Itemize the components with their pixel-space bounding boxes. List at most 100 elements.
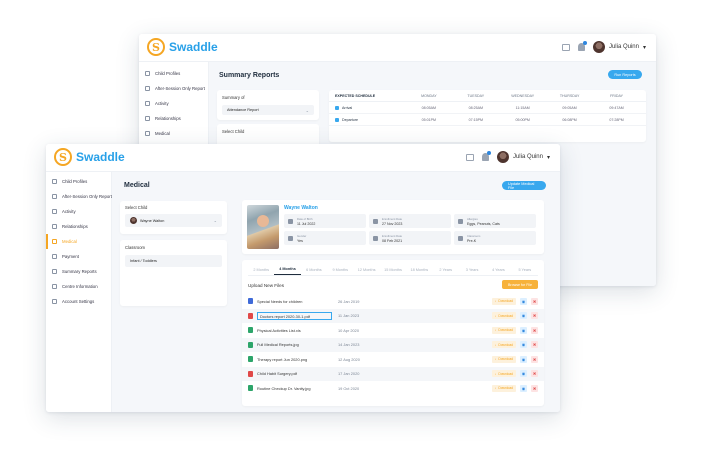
user-menu[interactable]: Julia Quinn ▾ (592, 41, 646, 53)
select-child-dropdown[interactable]: Wayne Walton ⌄ (125, 214, 222, 227)
sidebar-item-after-session-report[interactable]: After-Session Only Report (46, 189, 112, 204)
child-photo (247, 205, 279, 249)
page-title: Summary Reports (219, 72, 280, 79)
sidebar-item-label: Medical (62, 239, 77, 244)
mail-icon[interactable] (561, 43, 570, 51)
download-button[interactable]: ↓ Download (491, 370, 516, 378)
delete-icon[interactable]: ✖ (531, 384, 538, 392)
sidebar-item-payment[interactable]: Payment (46, 249, 111, 264)
delete-icon[interactable]: ✖ (531, 341, 538, 349)
file-row[interactable]: Full Medical Reports.jpg 14 Jan 2023 ↓ Down… (242, 337, 544, 352)
view-icon[interactable]: ◉ (520, 297, 527, 305)
people-icon (52, 224, 57, 229)
file-row[interactable]: Routine Checkup Dr. Vanity.jpg 19 Oct 202… (242, 381, 544, 396)
file-name-input[interactable]: Doctors report 2020-30-1.pdf (257, 311, 332, 320)
file-row[interactable]: Doctors report 2020-30-1.pdf 11 Jan 2023 ↓… (242, 308, 544, 323)
run-reports-button[interactable]: Run Reports (608, 70, 642, 79)
user-menu[interactable]: Julia Quinn ▾ (496, 151, 550, 163)
tab-5-years[interactable]: 5 Years (512, 264, 538, 275)
download-button[interactable]: ↓ Download (491, 297, 516, 305)
tab-9-months[interactable]: 9 Months (327, 264, 353, 275)
file-date: 10 Apr 2020 (338, 327, 359, 333)
sidebar-item-relationships[interactable]: Relationships (46, 219, 111, 234)
file-row[interactable]: Special Needs for children 26 Jan 2019 ↓ Do… (242, 294, 544, 309)
download-label: Download (498, 386, 513, 391)
sidebar-item-activity[interactable]: Activity (46, 204, 111, 219)
chevron-down-icon: ⌄ (305, 107, 309, 113)
tab-2-months[interactable]: 2 Months (248, 264, 274, 275)
sidebar-item-medical[interactable]: Medical (46, 234, 111, 249)
sidebar: Child Profiles After-Session Only Report… (46, 172, 112, 412)
user-name: Julia Quinn (512, 154, 543, 160)
download-button[interactable]: ↓ Download (491, 312, 516, 320)
delete-icon[interactable]: ✖ (531, 312, 538, 320)
sidebar-item-account-settings[interactable]: Account Settings (46, 294, 111, 309)
download-icon: ↓ (494, 342, 497, 347)
logo[interactable]: S Swaddle (54, 148, 125, 166)
tab-4-years[interactable]: 4 Years (485, 264, 511, 275)
tab-18-months[interactable]: 18 Months (406, 264, 432, 275)
sidebar-item-centre-information[interactable]: Centre Information (46, 279, 111, 294)
download-button[interactable]: ↓ Download (491, 355, 516, 363)
avatar (592, 41, 605, 53)
sidebar-item-child-profiles[interactable]: Child Profiles (46, 174, 111, 189)
info-label: Classroom (467, 233, 481, 238)
tab-3-years[interactable]: 3 Years (459, 264, 485, 275)
delete-icon[interactable]: ✖ (531, 326, 538, 334)
sidebar-item-label: Relationships (62, 224, 88, 229)
table-row: Departure 05:01PM 07:15PM 05:00PM 06:08P… (329, 114, 646, 126)
update-medical-file-button[interactable]: Update Medical File (502, 181, 546, 190)
file-row[interactable]: Physical Activities List.xls 10 Apr 2020 ↓… (242, 323, 544, 338)
logo[interactable]: S Swaddle (147, 38, 218, 56)
tab-4-months[interactable]: 4 Months (274, 264, 301, 275)
row-label: Departure (342, 117, 358, 122)
view-icon[interactable]: ◉ (520, 312, 527, 320)
tab-15-months[interactable]: 15 Months (380, 264, 406, 275)
download-button[interactable]: ↓ Download (491, 341, 516, 349)
tab-6-months[interactable]: 6 Months (301, 264, 327, 275)
medical-icon (52, 239, 57, 244)
delete-icon[interactable]: ✖ (531, 370, 538, 378)
summary-of-select[interactable]: Attendance Report ⌄ (222, 105, 314, 115)
view-icon[interactable]: ◉ (520, 326, 527, 334)
logo-badge-icon: S (147, 38, 165, 56)
browse-file-button[interactable]: Browse for File (502, 280, 538, 289)
table-cell: 09:05AM (562, 105, 577, 110)
info-label: Enrollment Date (382, 216, 403, 221)
download-button[interactable]: ↓ Download (491, 326, 516, 334)
view-icon[interactable]: ◉ (520, 355, 527, 363)
info-allergies: Allergies Eggs, Peanuts, Cats (454, 214, 536, 228)
file-actions: ↓ Download ◉ ✖ (491, 341, 538, 349)
edit-icon (373, 218, 378, 224)
download-button[interactable]: ↓ Download (491, 384, 516, 392)
info-value: 08 Feb 2021 (382, 238, 403, 243)
sidebar-item-relationships[interactable]: Relationships (139, 111, 208, 126)
sidebar-item-summary-reports[interactable]: Summary Reports (46, 264, 111, 279)
sidebar-item-activity[interactable]: Activity (139, 96, 208, 111)
notification-bell-icon[interactable] (577, 41, 587, 51)
sidebar-item-after-session-report[interactable]: After-Session Only Report (139, 81, 208, 96)
file-actions: ↓ Download ◉ ✖ (491, 355, 538, 363)
avatar (496, 151, 509, 163)
mail-icon[interactable] (465, 153, 474, 161)
delete-icon[interactable]: ✖ (531, 297, 538, 305)
file-row[interactable]: Child Habit Surgery.pdf 17 Jan 2020 ↓ Downl… (242, 366, 544, 381)
delete-icon[interactable]: ✖ (531, 355, 538, 363)
view-icon[interactable]: ◉ (520, 341, 527, 349)
view-icon[interactable]: ◉ (520, 384, 527, 392)
sidebar-item-label: After-Session Only Report (62, 194, 112, 199)
sidebar-item-child-profiles[interactable]: Child Profiles (139, 66, 208, 81)
sidebar-item-label: Child Profiles (155, 71, 181, 76)
summary-icon (52, 269, 57, 274)
tab-12-months[interactable]: 12 Months (353, 264, 379, 275)
tab-2-years[interactable]: 2 Years (433, 264, 459, 275)
file-row[interactable]: Therapy report Jun 2020.png 12 Aug 2020 ↓ D… (242, 352, 544, 367)
table-cell: 05:01PM (421, 117, 437, 122)
notification-bell-icon[interactable] (481, 151, 491, 161)
file-actions: ↓ Download ◉ ✖ (491, 370, 538, 378)
view-icon[interactable]: ◉ (520, 370, 527, 378)
info-value: Yes (297, 238, 303, 243)
sidebar-item-medical[interactable]: Medical (139, 126, 208, 141)
child-name: Wayne Walton (284, 205, 318, 211)
file-date: 14 Jan 2023 (338, 342, 360, 348)
